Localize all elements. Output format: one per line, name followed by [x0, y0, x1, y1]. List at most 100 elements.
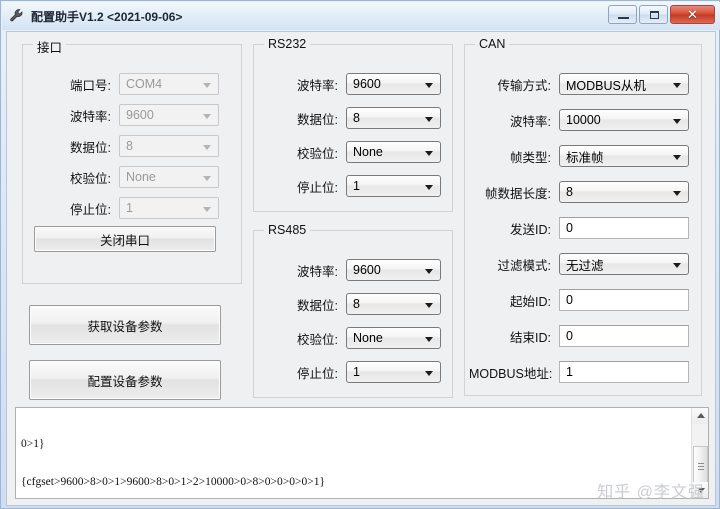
- field-label: 数据位:: [297, 112, 338, 127]
- chevron-down-icon: [425, 83, 433, 88]
- rs485-parity-combo[interactable]: None: [346, 327, 441, 349]
- field-modbus-address: MODBUS地址: 1: [469, 361, 689, 383]
- can-frame-length-combo[interactable]: 8: [559, 181, 689, 203]
- can-baudrate-combo[interactable]: 10000: [559, 109, 689, 131]
- field-label: 帧类型:: [510, 150, 551, 165]
- field-label: 波特率:: [297, 264, 338, 279]
- chevron-down-icon: [673, 263, 681, 268]
- field-label: 端口号:: [70, 78, 111, 93]
- rs485-group-title: RS485: [264, 223, 311, 237]
- rs232-stopbits-combo[interactable]: 1: [346, 175, 441, 197]
- field-label: 校验位:: [70, 171, 111, 186]
- field-can-frame-type: 帧类型: 标准帧: [469, 145, 689, 167]
- chevron-down-icon: [673, 155, 681, 160]
- interface-group-title: 接口: [33, 37, 67, 56]
- field-label: 帧数据长度:: [485, 186, 551, 201]
- field-label: 停止位:: [297, 180, 338, 195]
- combo-value: 8: [566, 185, 573, 199]
- chevron-down-icon: [673, 83, 681, 88]
- combo-value: 1: [353, 179, 360, 193]
- rs485-databits-combo[interactable]: 8: [346, 293, 441, 315]
- chevron-down-icon: [203, 114, 211, 119]
- close-serial-port-button[interactable]: 关闭串口: [34, 226, 216, 252]
- chevron-down-icon: [425, 371, 433, 376]
- field-rs485-databits: 数据位: 8: [262, 293, 441, 315]
- combo-value: 8: [126, 139, 133, 153]
- field-can-start-id: 起始ID: 0: [469, 289, 689, 311]
- maximize-button[interactable]: [639, 5, 668, 24]
- field-can-filter-mode: 过滤模式: 无过滤: [469, 253, 689, 275]
- chevron-down-icon: [203, 207, 211, 212]
- field-stopbits: 停止位: 1: [29, 197, 219, 219]
- scroll-up-button[interactable]: [692, 408, 708, 424]
- input-value: 0: [566, 221, 573, 235]
- field-rs485-parity: 校验位: None: [262, 327, 441, 349]
- field-label: 波特率:: [297, 78, 338, 93]
- stopbits-combo[interactable]: 1: [119, 197, 219, 219]
- baudrate-combo[interactable]: 9600: [119, 104, 219, 126]
- input-value: 0: [566, 329, 573, 343]
- field-rs485-stopbits: 停止位: 1: [262, 361, 441, 383]
- field-label: 过滤模式:: [497, 258, 551, 273]
- rs232-group-title: RS232: [264, 37, 311, 51]
- can-group-title: CAN: [475, 37, 510, 51]
- field-can-baudrate: 波特率: 10000: [469, 109, 689, 131]
- field-baudrate: 波特率: 9600: [29, 104, 219, 126]
- parity-combo[interactable]: None: [119, 166, 219, 188]
- can-filter-mode-combo[interactable]: 无过滤: [559, 253, 689, 275]
- combo-value: COM4: [126, 77, 163, 91]
- chevron-down-icon: [425, 337, 433, 342]
- field-label: 停止位:: [297, 366, 338, 381]
- combo-value: 9600: [353, 77, 381, 91]
- field-rs485-baudrate: 波特率: 9600: [262, 259, 441, 281]
- wrench-icon: [9, 8, 25, 24]
- field-label: 传输方式:: [497, 78, 551, 93]
- minimize-icon: [618, 17, 629, 19]
- chevron-down-icon: [203, 145, 211, 150]
- minimize-button[interactable]: [608, 5, 637, 24]
- can-group: CAN 传输方式: MODBUS从机 波特率: 10000 帧类型: 标准帧 帧…: [464, 37, 702, 396]
- watermark: 知乎 @李文强: [597, 484, 705, 501]
- combo-value: None: [353, 145, 383, 159]
- can-frame-type-combo[interactable]: 标准帧: [559, 145, 689, 167]
- grip-icon: [698, 463, 704, 464]
- field-label: 数据位:: [70, 140, 111, 155]
- combo-value: None: [353, 331, 383, 345]
- rs232-parity-combo[interactable]: None: [346, 141, 441, 163]
- set-device-params-button[interactable]: 配置设备参数: [29, 360, 221, 400]
- client-area: 接口 端口号: COM4 波特率: 9600 数据位: 8 校验位: None …: [6, 31, 716, 506]
- port-number-combo[interactable]: COM4: [119, 73, 219, 95]
- field-can-frame-length: 帧数据长度: 8: [469, 181, 689, 203]
- databits-combo[interactable]: 8: [119, 135, 219, 157]
- field-can-send-id: 发送ID: 0: [469, 217, 689, 239]
- input-value: 1: [566, 365, 573, 379]
- can-end-id-input[interactable]: 0: [559, 325, 689, 347]
- field-rs232-stopbits: 停止位: 1: [262, 175, 441, 197]
- close-icon: ✕: [687, 7, 698, 22]
- chevron-down-icon: [425, 151, 433, 156]
- log-line: {cfgset>9600>8>0>1>9600>8>0>1>2>10000>0>…: [21, 475, 326, 488]
- rs485-stopbits-combo[interactable]: 1: [346, 361, 441, 383]
- get-device-params-button[interactable]: 获取设备参数: [29, 305, 221, 345]
- field-port-number: 端口号: COM4: [29, 73, 219, 95]
- log-line: 0>1}: [21, 437, 45, 450]
- application-window: 配置助手V1.2 <2021-09-06> ✕ 接口 端口号: COM4 波特率…: [0, 0, 720, 509]
- rs485-baudrate-combo[interactable]: 9600: [346, 259, 441, 281]
- field-label: 发送ID:: [510, 222, 551, 237]
- combo-value: MODBUS从机: [566, 78, 646, 93]
- window-controls: ✕: [608, 5, 715, 24]
- rs232-databits-combo[interactable]: 8: [346, 107, 441, 129]
- modbus-address-input[interactable]: 1: [559, 361, 689, 383]
- combo-value: 无过滤: [566, 258, 604, 273]
- can-start-id-input[interactable]: 0: [559, 289, 689, 311]
- chevron-down-icon: [203, 176, 211, 181]
- close-button[interactable]: ✕: [670, 5, 715, 24]
- can-transmission-mode-combo[interactable]: MODBUS从机: [559, 73, 689, 95]
- field-label: 校验位:: [297, 146, 338, 161]
- can-send-id-input[interactable]: 0: [559, 217, 689, 239]
- field-label: 数据位:: [297, 298, 338, 313]
- chevron-down-icon: [673, 191, 681, 196]
- title-bar: 配置助手V1.2 <2021-09-06> ✕: [2, 2, 720, 30]
- rs232-baudrate-combo[interactable]: 9600: [346, 73, 441, 95]
- field-label: 起始ID:: [510, 294, 551, 309]
